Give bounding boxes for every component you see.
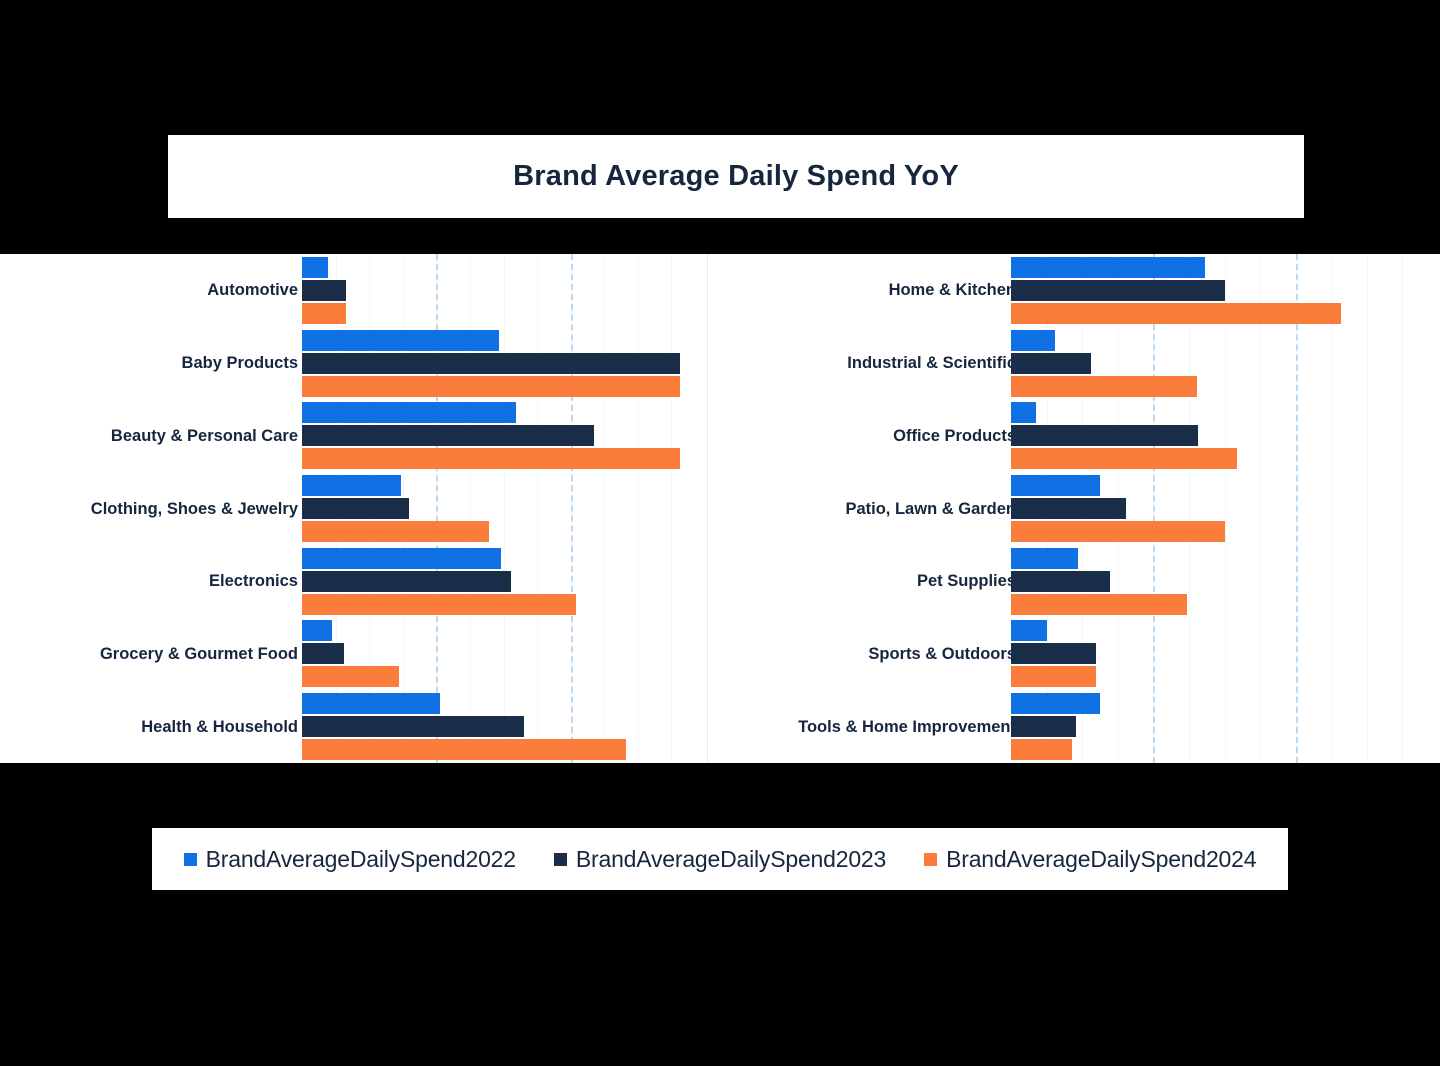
category-label: Industrial & Scientific <box>847 353 1016 372</box>
bar-y2024[interactable] <box>1011 666 1096 688</box>
gridline-minor <box>537 254 539 763</box>
bar-y2022[interactable] <box>302 693 441 715</box>
category-label: Beauty & Personal Care <box>110 426 298 445</box>
bar-y2023[interactable] <box>302 279 346 301</box>
category-label: Home & Kitchen <box>888 281 1016 300</box>
square-marker-icon <box>183 852 197 866</box>
category-label: Grocery & Gourmet Food <box>99 644 298 663</box>
category-axis-left: Automotive Baby Products Beauty & Personal… <box>8 254 298 763</box>
chart-panel-right: Home & Kitchen Industrial & Scientific Off… <box>707 254 1440 763</box>
legend-label: BrandAverageDailySpend2024 <box>946 845 1257 872</box>
gridline-minor <box>1224 254 1226 763</box>
page-title: Brand Average Daily Spend YoY <box>513 160 959 192</box>
bar-y2023[interactable] <box>1011 498 1126 519</box>
bar-y2023[interactable] <box>1011 352 1091 374</box>
bar-y2024[interactable] <box>1011 593 1187 615</box>
bar-y2022[interactable] <box>1011 547 1078 569</box>
gridline-minor <box>637 254 639 763</box>
category-label: Health & Household <box>141 717 298 736</box>
bar-y2023[interactable] <box>1011 425 1199 447</box>
title-card: Brand Average Daily Spend YoY <box>168 135 1304 218</box>
bar-y2024[interactable] <box>302 739 626 761</box>
category-label: Clothing, Shoes & Jewelry <box>90 499 298 518</box>
bar-y2022[interactable] <box>302 620 332 642</box>
chart-panel-left: Automotive Baby Products Beauty & Personal… <box>0 254 707 763</box>
bar-y2024[interactable] <box>1011 375 1198 397</box>
gridline-major <box>570 254 573 763</box>
bar-y2024[interactable] <box>302 521 489 542</box>
category-label: Pet Supplies <box>916 571 1016 590</box>
plot-area-left <box>302 254 705 763</box>
gridline-minor <box>1366 254 1368 763</box>
bar-y2022[interactable] <box>1011 475 1100 496</box>
category-axis-right: Home & Kitchen Industrial & Scientific Off… <box>726 254 1016 763</box>
bar-y2024[interactable] <box>1011 448 1238 470</box>
gridline-minor <box>1188 254 1190 763</box>
bar-y2024[interactable] <box>1011 521 1225 542</box>
bar-y2023[interactable] <box>1011 279 1226 301</box>
gridline-minor <box>1331 254 1333 763</box>
bar-y2023[interactable] <box>302 498 410 519</box>
bar-y2024[interactable] <box>302 375 681 397</box>
gridline-major <box>1295 254 1298 763</box>
gridline-minor <box>671 254 673 763</box>
bar-y2023[interactable] <box>302 352 681 374</box>
plot-area-right <box>1011 254 1438 763</box>
legend-item[interactable]: BrandAverageDailySpend2024 <box>924 845 1257 873</box>
bar-y2023[interactable] <box>1011 716 1077 738</box>
bar-y2022[interactable] <box>1011 402 1036 424</box>
legend-item[interactable]: BrandAverageDailySpend2023 <box>553 845 887 873</box>
gridline-minor <box>604 254 606 763</box>
gridline-minor <box>503 254 505 763</box>
chart-legend: BrandAverageDailySpend2022 BrandAverageDa… <box>152 828 1288 890</box>
square-marker-icon <box>553 852 567 866</box>
bar-y2022[interactable] <box>1011 256 1205 278</box>
category-label: Baby Products <box>181 353 298 372</box>
gridline-major <box>1153 254 1156 763</box>
category-label: Tools & Home Improvement <box>798 717 1016 736</box>
bar-y2023[interactable] <box>302 643 345 665</box>
bar-y2022[interactable] <box>302 329 499 351</box>
chart-plot-band: Automotive Baby Products Beauty & Personal… <box>0 254 1440 763</box>
bar-y2024[interactable] <box>302 593 577 615</box>
category-label: Electronics <box>209 571 298 590</box>
bar-y2022[interactable] <box>302 256 329 278</box>
bar-y2024[interactable] <box>302 666 400 688</box>
bar-y2023[interactable] <box>1011 570 1110 592</box>
bar-y2022[interactable] <box>302 402 517 424</box>
bar-y2022[interactable] <box>302 475 401 496</box>
category-label: Sports & Outdoors <box>868 644 1016 663</box>
bar-y2023[interactable] <box>302 716 524 738</box>
bar-y2023[interactable] <box>302 425 595 447</box>
bar-y2024[interactable] <box>1011 739 1073 761</box>
bar-y2024[interactable] <box>1011 302 1341 324</box>
gridline-minor <box>1402 254 1404 763</box>
category-label: Automotive <box>207 281 298 300</box>
legend-label: BrandAverageDailySpend2023 <box>575 845 887 872</box>
bar-y2023[interactable] <box>1011 643 1096 665</box>
gridline-minor <box>1260 254 1262 763</box>
legend-label: BrandAverageDailySpend2022 <box>205 845 516 872</box>
bar-y2022[interactable] <box>1011 329 1056 351</box>
square-marker-icon <box>924 852 938 866</box>
legend-item[interactable]: BrandAverageDailySpend2022 <box>183 845 516 873</box>
category-label: Office Products <box>893 426 1016 445</box>
bar-y2024[interactable] <box>302 302 346 324</box>
bar-y2022[interactable] <box>1011 620 1047 642</box>
category-label: Patio, Lawn & Garden <box>845 499 1016 518</box>
bar-y2024[interactable] <box>302 448 681 470</box>
bar-y2023[interactable] <box>302 570 511 592</box>
bar-y2022[interactable] <box>1011 693 1100 715</box>
bar-y2022[interactable] <box>302 547 501 569</box>
